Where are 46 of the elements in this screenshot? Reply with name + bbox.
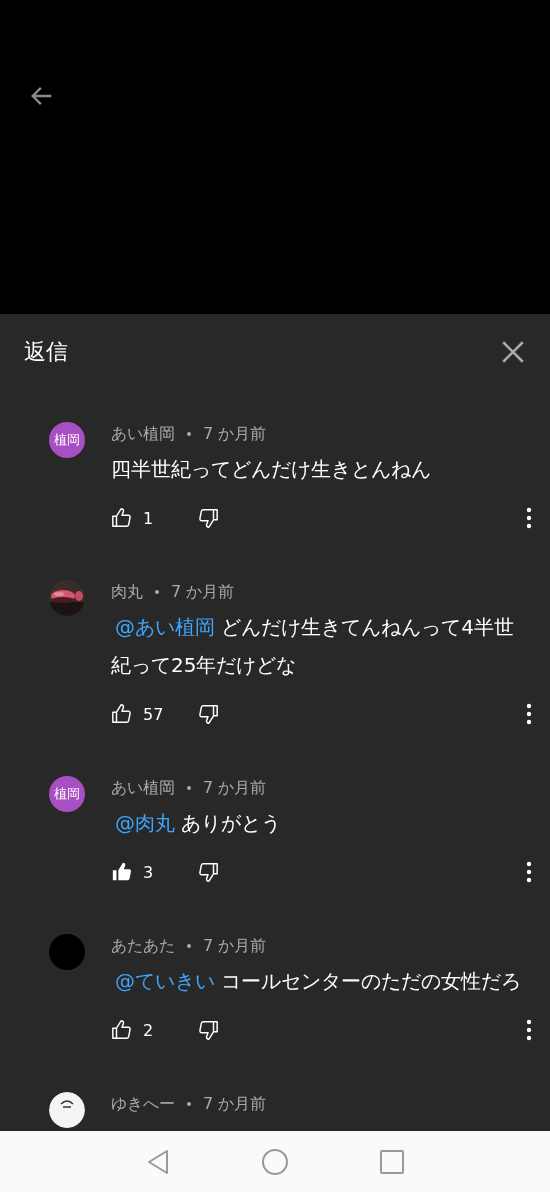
like-icon[interactable] bbox=[111, 703, 133, 725]
author-name[interactable]: ゆきへー bbox=[111, 1093, 175, 1115]
author-name[interactable]: あたあた bbox=[111, 935, 175, 957]
dislike-icon[interactable] bbox=[197, 507, 219, 529]
comment-time: 7 か月前 bbox=[203, 423, 267, 445]
more-options-icon[interactable] bbox=[526, 703, 532, 725]
comment-time: 7 か月前 bbox=[171, 581, 235, 603]
dislike-icon[interactable] bbox=[197, 861, 219, 883]
avatar[interactable] bbox=[49, 1092, 85, 1128]
more-options-icon[interactable] bbox=[526, 507, 532, 529]
author-name[interactable]: 肉丸 bbox=[111, 581, 143, 603]
comment-time: 7 か月前 bbox=[203, 935, 267, 957]
like-icon[interactable] bbox=[111, 507, 133, 529]
comment-text: 四半世紀ってどんだけ生きとんねん bbox=[111, 456, 432, 483]
home-nav-icon[interactable] bbox=[262, 1148, 288, 1175]
like-icon[interactable] bbox=[111, 861, 133, 883]
separator-dot-icon bbox=[187, 944, 191, 948]
separator-dot-icon bbox=[155, 590, 159, 594]
mention-link[interactable]: @肉丸 bbox=[115, 811, 175, 835]
comment-time: 7 か月前 bbox=[203, 1093, 267, 1115]
back-nav-icon[interactable] bbox=[146, 1148, 170, 1175]
like-count: 3 bbox=[143, 862, 155, 882]
like-count: 57 bbox=[143, 704, 165, 724]
comment-time: 7 か月前 bbox=[203, 777, 267, 799]
comment-text: @あい植岡 どんだけ生きてんねんって4半世紀って25年だけどな bbox=[111, 614, 516, 679]
comment-text: @肉丸 ありがとう bbox=[114, 810, 283, 837]
avatar[interactable]: 植岡 bbox=[49, 776, 85, 812]
more-options-icon[interactable] bbox=[526, 861, 532, 883]
dislike-icon[interactable] bbox=[197, 1019, 219, 1041]
like-count: 1 bbox=[143, 508, 155, 528]
separator-dot-icon bbox=[187, 1102, 191, 1106]
like-count: 2 bbox=[143, 1020, 155, 1040]
like-icon[interactable] bbox=[111, 1019, 133, 1041]
panel-title: 返信 bbox=[24, 338, 68, 366]
mention-link[interactable]: @あい植岡 bbox=[115, 615, 215, 639]
dislike-icon[interactable] bbox=[197, 703, 219, 725]
separator-dot-icon bbox=[187, 786, 191, 790]
recents-nav-icon[interactable] bbox=[380, 1149, 404, 1174]
mention-link[interactable]: @ていきい bbox=[115, 969, 215, 993]
avatar[interactable]: 植岡 bbox=[49, 422, 85, 458]
close-icon[interactable] bbox=[500, 339, 526, 365]
comment-text: @ていきい コールセンターのただの女性だろ bbox=[114, 968, 523, 995]
more-options-icon[interactable] bbox=[526, 1019, 532, 1041]
separator-dot-icon bbox=[187, 432, 191, 436]
author-name[interactable]: あい植岡 bbox=[111, 777, 175, 799]
author-name[interactable]: あい植岡 bbox=[111, 423, 175, 445]
